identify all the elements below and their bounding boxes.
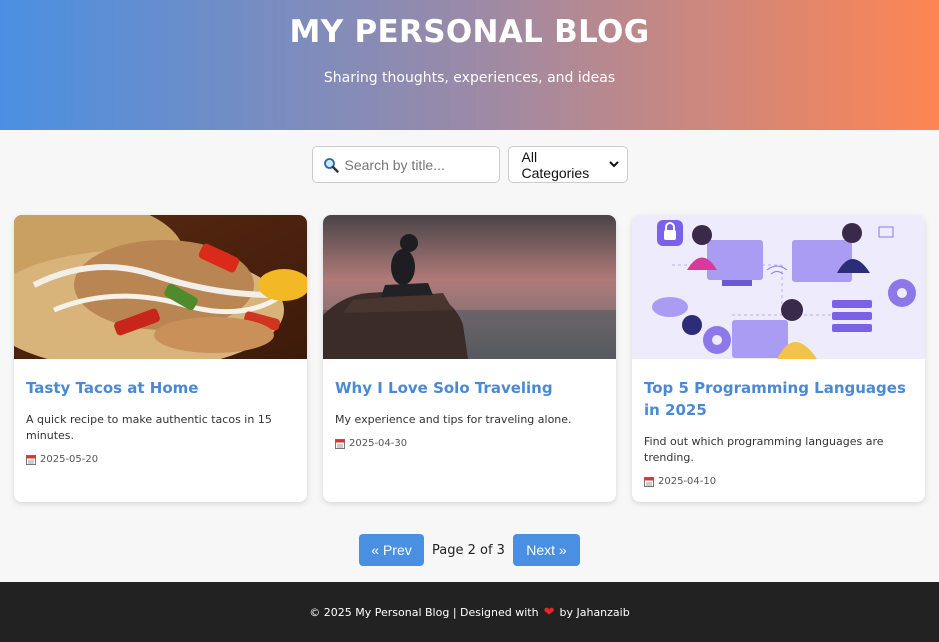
post-card[interactable]: Top 5 Programming Languages in 2025 Find… [632, 215, 925, 502]
post-date-text: 2025-05-20 [40, 454, 99, 465]
page-indicator: Page 2 of 3 [432, 542, 505, 558]
post-list: Tasty Tacos at Home A quick recipe to ma… [14, 215, 925, 502]
calendar-icon [26, 454, 36, 465]
prev-page-button[interactable]: « Prev [359, 534, 425, 566]
search-field[interactable] [311, 146, 500, 183]
calendar-icon [644, 476, 654, 487]
post-card[interactable]: Why I Love Solo Traveling My experience … [323, 215, 616, 502]
next-page-button[interactable]: Next » [512, 534, 580, 566]
post-card[interactable]: Tasty Tacos at Home A quick recipe to ma… [14, 215, 307, 502]
category-select-value: All Categories [521, 148, 590, 181]
post-date: 2025-04-30 [335, 438, 604, 449]
site-title: MY PERSONAL BLOG [289, 14, 650, 50]
post-image-traveler [323, 215, 616, 359]
site-header: MY PERSONAL BLOG Sharing thoughts, exper… [0, 0, 939, 130]
filter-controls: All Categories [0, 146, 939, 183]
footer-text: © 2025 My Personal Blog | Designed with [309, 605, 539, 619]
post-card-body: Tasty Tacos at Home A quick recipe to ma… [14, 359, 307, 465]
post-image-tacos [14, 215, 307, 359]
pagination: « Prev Page 2 of 3 Next » [0, 534, 939, 566]
site-footer: © 2025 My Personal Blog | Designed with … [0, 582, 939, 642]
post-excerpt: Find out which programming languages are… [644, 435, 884, 464]
post-date-text: 2025-04-30 [349, 438, 408, 449]
post-card-body: Top 5 Programming Languages in 2025 Find… [632, 359, 925, 487]
post-date-text: 2025-04-10 [658, 476, 717, 487]
post-image-programmers [632, 215, 925, 359]
post-date: 2025-05-20 [26, 454, 295, 465]
site-subtitle: Sharing thoughts, experiences, and ideas [323, 70, 616, 86]
post-date: 2025-04-10 [644, 476, 913, 487]
post-title[interactable]: Top 5 Programming Languages in 2025 [644, 377, 913, 421]
post-title[interactable]: Tasty Tacos at Home [26, 377, 295, 399]
post-excerpt: My experience and tips for traveling alo… [335, 413, 572, 426]
search-icon [323, 157, 339, 173]
category-select[interactable]: All Categories [507, 146, 628, 183]
search-input[interactable] [344, 156, 485, 173]
chevron-down-icon [608, 161, 619, 168]
post-card-body: Why I Love Solo Traveling My experience … [323, 359, 616, 449]
footer-author: by Jahanzaib [559, 605, 630, 619]
post-title[interactable]: Why I Love Solo Traveling [335, 377, 604, 399]
calendar-icon [335, 438, 345, 449]
heart-icon: ❤ [543, 604, 555, 620]
post-excerpt: A quick recipe to make authentic tacos i… [26, 413, 272, 442]
